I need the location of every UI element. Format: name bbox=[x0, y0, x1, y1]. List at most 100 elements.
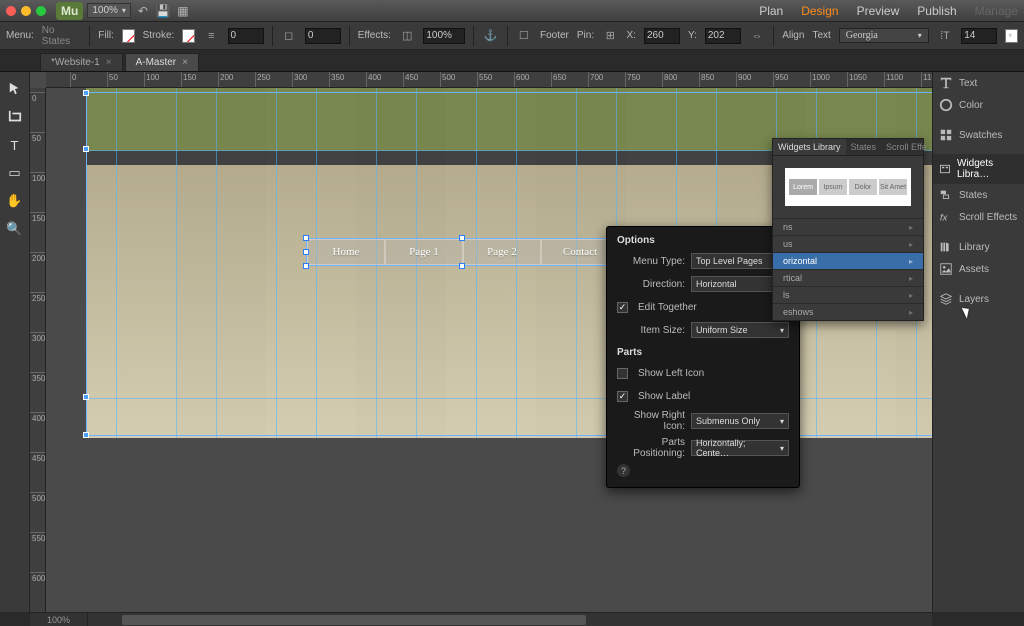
parts-positioning-select[interactable]: Horizontally; Cente… bbox=[691, 440, 789, 456]
menu-item-page2[interactable]: Page 2 bbox=[463, 239, 541, 265]
dock-text[interactable]: Text bbox=[933, 72, 1024, 94]
header-handle[interactable] bbox=[83, 146, 89, 152]
edit-together-checkbox[interactable] bbox=[617, 302, 628, 313]
font-family-select[interactable]: Georgia bbox=[839, 28, 929, 43]
font-size-input[interactable] bbox=[961, 28, 997, 44]
close-icon[interactable]: × bbox=[182, 57, 188, 68]
zoom-window-icon[interactable] bbox=[36, 6, 46, 16]
vertical-ruler[interactable]: 050100150200250300350400450500550600650 bbox=[30, 88, 46, 612]
selection-handle[interactable] bbox=[459, 235, 465, 241]
mode-plan[interactable]: Plan bbox=[759, 4, 783, 18]
x-label: X: bbox=[627, 30, 636, 41]
stroke-weight-input[interactable] bbox=[228, 28, 264, 44]
mode-design[interactable]: Design bbox=[801, 4, 838, 18]
undo-icon[interactable]: ↶ bbox=[135, 3, 151, 19]
close-icon[interactable]: × bbox=[106, 57, 112, 68]
list-item[interactable]: us bbox=[773, 235, 923, 252]
dock-layers[interactable]: Layers bbox=[933, 288, 1024, 310]
opacity-input[interactable] bbox=[423, 28, 465, 44]
dock-widgets-library[interactable]: Widgets Libra… bbox=[933, 154, 1024, 184]
effects-icon[interactable]: ◫ bbox=[399, 27, 415, 45]
show-right-icon-label: Show Right Icon: bbox=[617, 410, 685, 432]
page-bottom-handle[interactable] bbox=[83, 432, 89, 438]
menu-item-page1[interactable]: Page 1 bbox=[385, 239, 463, 265]
scrollbar-thumb[interactable] bbox=[122, 615, 586, 625]
corner-radius-input[interactable] bbox=[305, 28, 341, 44]
menu-item-home[interactable]: Home bbox=[307, 239, 385, 265]
dock-assets[interactable]: Assets bbox=[933, 258, 1024, 280]
help-icon[interactable]: ? bbox=[617, 464, 630, 477]
horizontal-scrollbar[interactable]: 100% bbox=[30, 612, 932, 626]
save-icon[interactable]: 💾 bbox=[155, 3, 171, 19]
list-item[interactable]: rtical bbox=[773, 269, 923, 286]
zoom-dropdown[interactable]: 100% bbox=[87, 3, 131, 18]
footer-handle[interactable] bbox=[83, 394, 89, 400]
selection-handle[interactable] bbox=[459, 263, 465, 269]
panel-tabs: Widgets Library States Scroll Effe ▸▸ bbox=[773, 139, 923, 156]
item-size-select[interactable]: Uniform Size bbox=[691, 322, 789, 338]
dock-library[interactable]: Library bbox=[933, 236, 1024, 258]
mode-publish[interactable]: Publish bbox=[917, 4, 956, 18]
canvas-zoom-display[interactable]: 100% bbox=[30, 613, 88, 626]
stroke-swatch[interactable] bbox=[182, 29, 195, 43]
font-family-value: Georgia bbox=[846, 30, 878, 41]
selection-handle[interactable] bbox=[303, 235, 309, 241]
text-label[interactable]: Text bbox=[812, 30, 830, 41]
zoom-tool[interactable]: 🔍 bbox=[4, 218, 26, 240]
tab-a-master[interactable]: A-Master× bbox=[125, 53, 199, 71]
transform-icon[interactable]: ⇔ bbox=[749, 27, 765, 45]
corners-icon[interactable]: ◻ bbox=[280, 27, 296, 45]
show-label-checkbox[interactable] bbox=[617, 391, 628, 402]
list-item[interactable]: ns bbox=[773, 218, 923, 235]
minimize-window-icon[interactable] bbox=[21, 6, 31, 16]
rectangle-tool[interactable]: ▭ bbox=[4, 162, 26, 184]
item-size-label: Item Size: bbox=[617, 325, 685, 336]
y-input[interactable] bbox=[705, 28, 741, 44]
list-item[interactable]: ls bbox=[773, 286, 923, 303]
selection-handle[interactable] bbox=[303, 249, 309, 255]
show-right-icon-select[interactable]: Submenus Only bbox=[691, 413, 789, 429]
horizontal-ruler[interactable]: 0501001502002503003504004505005506006507… bbox=[46, 72, 932, 88]
anchor-icon[interactable]: ⚓ bbox=[482, 27, 498, 45]
list-item[interactable]: eshows bbox=[773, 303, 923, 320]
mode-manage[interactable]: Manage bbox=[975, 4, 1018, 18]
panel-tab-widgets[interactable]: Widgets Library bbox=[773, 139, 846, 155]
mode-switcher: Plan Design Preview Publish Manage bbox=[759, 4, 1018, 18]
widget-preview: Lorem Ipsum Dolor Sit Amet bbox=[785, 168, 911, 206]
pin-grid-icon[interactable]: ⊞ bbox=[602, 27, 618, 45]
options-bar: Menu: No States Fill: Stroke: ≡ ◻ Effect… bbox=[0, 22, 1024, 50]
show-left-icon-label: Show Left Icon bbox=[638, 368, 704, 379]
preview-chip: Dolor bbox=[849, 179, 877, 195]
document-tabs: *Website-1× A-Master× bbox=[0, 50, 1024, 72]
footer-checkbox[interactable]: ☐ bbox=[516, 27, 532, 45]
stroke-label: Stroke: bbox=[143, 30, 175, 41]
text-color-swatch[interactable] bbox=[1005, 29, 1018, 43]
pin-label: Pin: bbox=[577, 30, 594, 41]
x-input[interactable] bbox=[644, 28, 680, 44]
widget-category-list: ns us orizontal rtical ls eshows bbox=[773, 218, 923, 320]
list-item-horizontal[interactable]: orizontal bbox=[773, 252, 923, 269]
hand-tool[interactable]: ✋ bbox=[4, 190, 26, 212]
menu-widget[interactable]: Home Page 1 Page 2 Contact bbox=[306, 238, 620, 266]
text-tool[interactable]: T bbox=[4, 134, 26, 156]
align-label[interactable]: Align bbox=[782, 30, 804, 41]
fill-swatch[interactable] bbox=[122, 29, 135, 43]
dock-scroll-effects[interactable]: fxScroll Effects bbox=[933, 206, 1024, 228]
menu-states-value[interactable]: No States bbox=[42, 25, 82, 47]
crop-tool[interactable] bbox=[4, 106, 26, 128]
preview-browser-icon[interactable]: ▦ bbox=[175, 3, 191, 19]
dock-states[interactable]: States bbox=[933, 184, 1024, 206]
panel-tab-states[interactable]: States bbox=[846, 139, 882, 155]
app-logo: Mu bbox=[56, 2, 83, 20]
footer-guide[interactable] bbox=[86, 398, 932, 399]
page-handle[interactable] bbox=[83, 90, 89, 96]
panel-tab-scroll[interactable]: Scroll Effe bbox=[881, 139, 932, 155]
close-window-icon[interactable] bbox=[6, 6, 16, 16]
selection-tool[interactable] bbox=[4, 78, 26, 100]
tab-website-1[interactable]: *Website-1× bbox=[40, 53, 123, 71]
show-left-icon-checkbox[interactable] bbox=[617, 368, 628, 379]
dock-color[interactable]: Color bbox=[933, 94, 1024, 116]
selection-handle[interactable] bbox=[303, 263, 309, 269]
dock-swatches[interactable]: Swatches bbox=[933, 124, 1024, 146]
mode-preview[interactable]: Preview bbox=[857, 4, 900, 18]
